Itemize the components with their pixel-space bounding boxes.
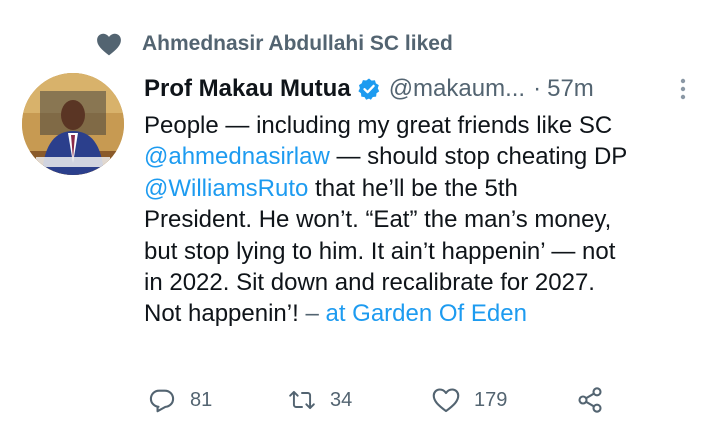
retweet-button[interactable]: 34 [288, 380, 352, 420]
social-context[interactable]: Ahmednasir Abdullahi SC liked [96, 28, 453, 60]
tweet-text-fragment: Not happenin’! [144, 300, 306, 328]
tweet-text-line: @ahmednasirlaw — should stop cheating DP [144, 141, 704, 172]
tweet-actions: 81 34 179 [144, 380, 664, 420]
retweet-count: 34 [330, 388, 353, 411]
mention-link[interactable]: @WilliamsRuto [144, 175, 308, 202]
verified-badge-icon [357, 77, 381, 101]
reply-icon [148, 386, 176, 414]
tweet-text-line: President. He won’t. “Eat” the man’s mon… [144, 206, 612, 234]
separator-dot: · [533, 75, 542, 102]
tweet-text-line: but stop lying to him. It ain’t happenin… [144, 237, 616, 265]
reply-count: 81 [190, 388, 213, 411]
author-handle[interactable]: @makaum... [389, 75, 525, 103]
like-button[interactable]: 179 [432, 380, 507, 420]
tweet-text-fragment: that he’ll be the 5th [308, 174, 518, 202]
tweet-timestamp[interactable]: 57m [547, 75, 594, 103]
heart-outline-icon [432, 386, 460, 414]
tweet-text: People — including my great friends like… [144, 110, 704, 330]
liked-by-text: Ahmednasir Abdullahi SC liked [142, 32, 453, 55]
retweet-icon [288, 386, 316, 414]
tweet-header: Prof Makau Mutua @makaum... · 57m [144, 70, 700, 108]
reply-button[interactable]: 81 [148, 380, 212, 420]
mention-link[interactable]: @ahmednasirlaw [144, 143, 330, 170]
share-button[interactable] [576, 380, 604, 420]
share-icon [576, 386, 604, 414]
author-name[interactable]: Prof Makau Mutua [144, 75, 351, 103]
tweet-text-line: @WilliamsRuto that he’ll be the 5th [144, 173, 704, 204]
tweet-text-line: Not happenin’! – at Garden Of Eden [144, 298, 704, 329]
heart-filled-icon [96, 31, 122, 57]
location-separator: – [305, 300, 319, 328]
avatar[interactable] [22, 73, 124, 175]
tweet-text-line: in 2022. Sit down and recalibrate for 20… [144, 269, 595, 297]
tweet-text-line: People — including my great friends like… [144, 112, 613, 139]
like-count: 179 [474, 388, 508, 411]
tweet-text-fragment: — should stop cheating DP [329, 143, 628, 171]
location-link[interactable]: at Garden Of Eden [319, 300, 526, 327]
more-options-icon[interactable] [672, 76, 694, 102]
